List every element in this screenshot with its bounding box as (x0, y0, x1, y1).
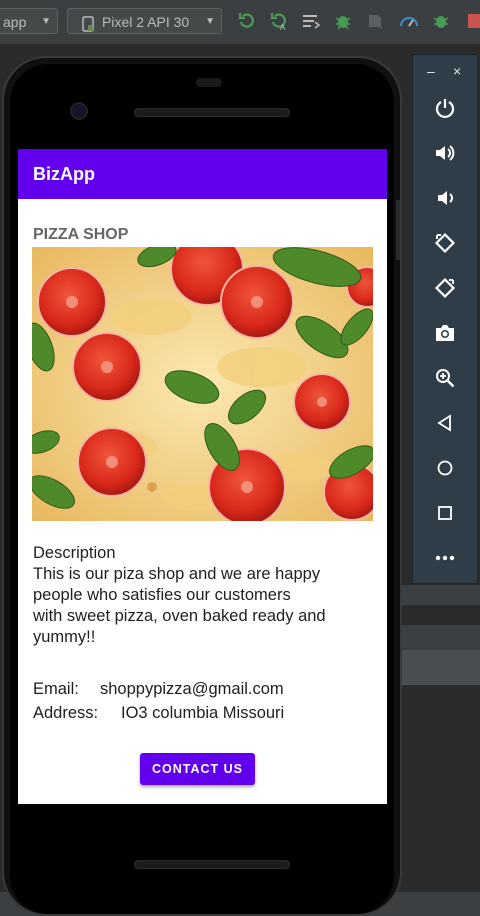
description-block: Description This is our piza shop and we… (33, 543, 378, 648)
apply-changes-icon[interactable] (236, 10, 258, 32)
email-value: shoppypizza@gmail.com (100, 680, 284, 698)
top-speaker (134, 108, 290, 117)
description-heading: Description (33, 544, 116, 562)
close-button[interactable]: × (453, 63, 461, 79)
logcat-icon[interactable] (300, 10, 322, 32)
description-line: people who satisfies our customers (33, 586, 291, 604)
device-dropdown[interactable]: Pixel 2 API 30 ▼ (67, 8, 222, 34)
run-config-label: app (3, 14, 27, 30)
pizza-image (32, 247, 373, 521)
phone-icon (82, 14, 94, 40)
debug-icon[interactable] (332, 10, 354, 32)
chevron-down-icon: ▼ (205, 16, 215, 27)
device-label: Pixel 2 API 30 (102, 14, 190, 30)
emulator-titlebar: – × (413, 55, 477, 89)
power-icon[interactable] (429, 92, 461, 124)
ide-panel-divider (400, 585, 480, 605)
camera-icon[interactable] (429, 317, 461, 349)
bottom-speaker (134, 860, 290, 869)
email-row: Email: shoppypizza@gmail.com (33, 680, 284, 699)
address-label: Address: (33, 704, 99, 722)
emulator-controls-panel: – × (412, 54, 478, 584)
ide-panel-divider (400, 625, 480, 650)
chevron-down-icon: ▼ (41, 16, 51, 27)
description-line: yummy!! (33, 628, 96, 646)
minimize-button[interactable]: – (427, 63, 435, 79)
description-line: This is our piza shop and we are happy (33, 565, 321, 583)
svg-text:A: A (280, 23, 286, 31)
zoom-icon[interactable] (429, 362, 461, 394)
app-screen: BizApp PIZZA SHOP Description This is ou… (18, 149, 387, 804)
run-coverage-icon[interactable] (430, 10, 452, 32)
front-camera (70, 102, 88, 120)
ide-toolbar: app ▼ Pixel 2 API 30 ▼ A (0, 0, 480, 45)
profiler-icon[interactable] (398, 10, 420, 32)
rotate-left-icon[interactable] (429, 227, 461, 259)
contact-us-button[interactable]: CONTACT US (140, 753, 255, 785)
address-row: Address: IO3 columbia Missouri (33, 704, 284, 723)
address-value: IO3 columbia Missouri (121, 704, 285, 722)
email-label: Email: (33, 680, 79, 698)
volume-down-icon[interactable] (429, 182, 461, 214)
ide-panel-divider (400, 650, 480, 685)
app-title: BizApp (33, 164, 95, 184)
run-config-dropdown[interactable]: app ▼ (0, 8, 58, 34)
home-icon[interactable] (429, 452, 461, 484)
phone-sensor (196, 78, 222, 87)
overview-icon[interactable] (429, 497, 461, 529)
app-bar: BizApp (18, 149, 387, 199)
shop-title: PIZZA SHOP (33, 226, 129, 243)
stop-icon[interactable] (464, 10, 480, 32)
attach-debugger-icon[interactable] (364, 10, 386, 32)
more-icon[interactable] (429, 542, 461, 574)
description-line: with sweet pizza, oven baked ready and (33, 607, 326, 625)
back-icon[interactable] (429, 407, 461, 439)
phone-side-button (396, 200, 400, 260)
apply-code-changes-icon[interactable]: A (268, 10, 290, 32)
rotate-right-icon[interactable] (429, 272, 461, 304)
volume-up-icon[interactable] (429, 137, 461, 169)
